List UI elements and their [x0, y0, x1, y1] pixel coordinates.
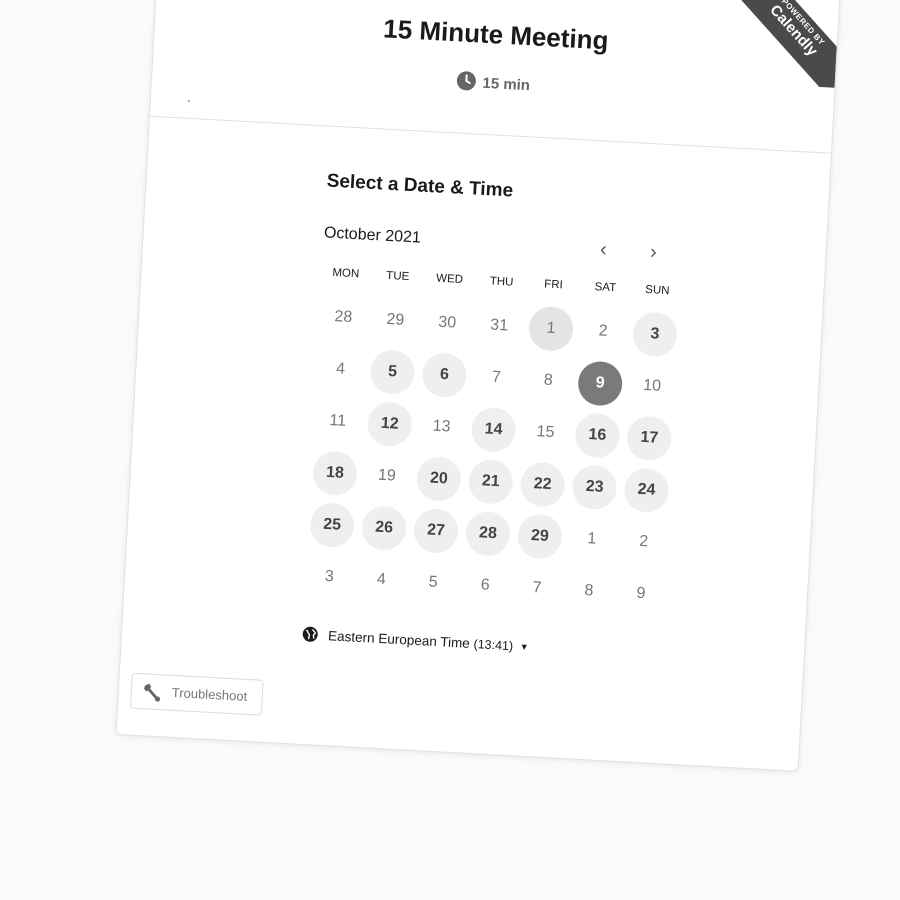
next-month-button[interactable]: › — [639, 237, 668, 266]
calendar-day[interactable]: 12 — [366, 401, 413, 448]
wrench-icon — [144, 683, 161, 702]
troubleshoot-label: Troubleshoot — [171, 684, 248, 704]
calendar-day[interactable]: 21 — [467, 458, 514, 505]
calendar-day: 5 — [428, 573, 439, 592]
calendar-day[interactable]: 24 — [623, 467, 670, 514]
calendar-day: 2 — [598, 322, 608, 340]
calendar-day[interactable]: 16 — [574, 412, 621, 459]
calendar-day[interactable]: 5 — [369, 349, 416, 396]
calendar-day: 19 — [377, 466, 397, 485]
clock-icon — [457, 71, 477, 91]
select-date-heading: Select a Date & Time — [326, 170, 514, 202]
calendar-day[interactable]: 18 — [311, 450, 359, 497]
selected-date[interactable]: 9 — [577, 360, 624, 407]
calendar-day[interactable]: 22 — [519, 461, 566, 508]
calendar-day: 11 — [329, 411, 347, 430]
calendar-day[interactable]: 27 — [412, 507, 460, 555]
calendar-day: 6 — [480, 576, 491, 594]
calendar-day[interactable]: 3 — [631, 311, 679, 358]
weekday-label: SAT — [594, 281, 617, 295]
weekday-label: SUN — [644, 283, 670, 298]
booking-card: 15 Minute Meeting 15 min . POWERED BY Ca… — [115, 0, 841, 772]
calendar-day[interactable]: 1 — [527, 305, 575, 352]
calendar-day: 13 — [432, 417, 451, 436]
calendar-day: 10 — [642, 376, 662, 395]
timezone-time: (13:41) — [473, 637, 514, 654]
weekday-label: MON — [332, 266, 360, 281]
calendar-day[interactable]: 6 — [421, 351, 468, 399]
calendar-day: 1 — [586, 530, 597, 548]
calendar-day[interactable]: 17 — [626, 415, 673, 462]
calendar-day: 28 — [334, 308, 353, 327]
duration-label: 15 min — [482, 74, 531, 95]
calendar-day[interactable]: 14 — [470, 406, 517, 454]
calendar-day: 30 — [437, 313, 457, 332]
calendar-day: 7 — [532, 579, 542, 597]
weekday-label: WED — [435, 272, 464, 286]
calendar-day[interactable]: 25 — [308, 502, 356, 549]
weekday-label: THU — [489, 275, 514, 289]
calendar-day[interactable]: 23 — [571, 464, 618, 511]
calendar-day: 8 — [543, 371, 554, 389]
event-description: . — [186, 88, 192, 105]
calendar-day: 9 — [635, 584, 646, 603]
calendar-day: 4 — [335, 360, 346, 378]
calendar-day: 15 — [536, 423, 555, 442]
timezone-name: Eastern European Time — [327, 628, 471, 651]
calendar-day: 2 — [638, 532, 649, 551]
calendar-day[interactable]: 20 — [415, 455, 462, 503]
powered-by-ribbon[interactable]: POWERED BY Calendly — [734, 0, 840, 88]
calendar-day[interactable]: 26 — [360, 504, 408, 552]
troubleshoot-button[interactable]: Troubleshoot — [129, 672, 264, 716]
caret-down-icon: ▼ — [519, 641, 530, 653]
calendar-day[interactable]: 28 — [464, 510, 512, 557]
calendar-day: 3 — [324, 567, 335, 586]
weekday-label: TUE — [385, 269, 410, 284]
calendar-day: 4 — [376, 570, 387, 589]
calendar-day: 8 — [584, 582, 594, 600]
chevron-right-icon: › — [649, 241, 658, 264]
calendar-day: 7 — [491, 368, 502, 387]
calendar-day: 29 — [385, 310, 405, 329]
globe-icon — [302, 626, 318, 642]
month-label: October 2021 — [323, 224, 422, 247]
calendar-day[interactable]: 29 — [516, 513, 563, 560]
timezone-selector[interactable]: Eastern European Time (13:41) ▼ — [302, 626, 529, 654]
calendar-grid: 28 29 30 31 1 2 3 4 5 6 7 8 9 10 11 12 13 14 15 16 17 18 19 20 2… — [302, 290, 682, 621]
ribbon-band: POWERED BY Calendly — [734, 0, 840, 88]
chevron-left-icon: ‹ — [599, 238, 608, 261]
prev-month-button[interactable]: ‹ — [589, 235, 618, 264]
weekday-label: FRI — [543, 278, 564, 292]
calendar-day: 31 — [489, 316, 509, 335]
